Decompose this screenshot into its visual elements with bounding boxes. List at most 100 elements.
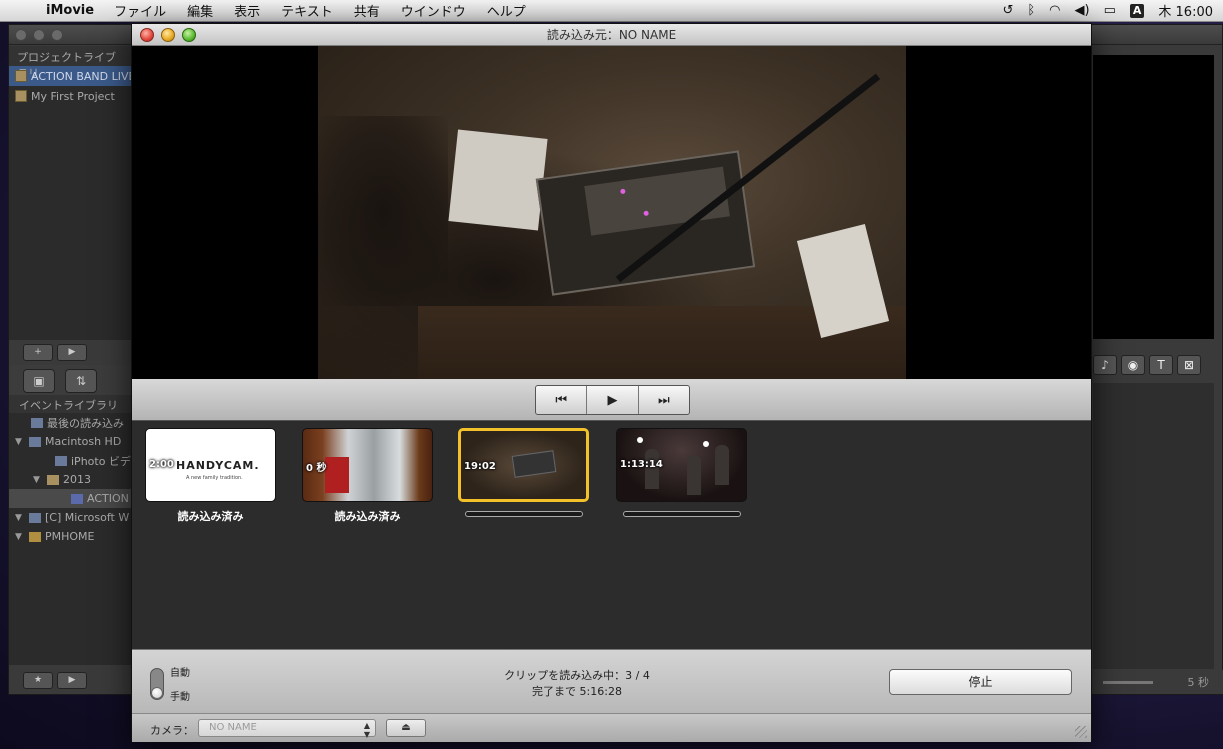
clip-item[interactable]: 19:02 [458,428,589,517]
switch-knob[interactable] [151,687,163,699]
camera-bar: カメラ： NO NAME ▲ ▼ ⏏ [132,713,1091,742]
clip-thumbnail[interactable]: HANDYCAM. A new family tradition. 2:00 [145,428,276,502]
menu-clock[interactable]: 木 16:00 [1158,1,1213,20]
disclosure-triangle-icon[interactable]: ▼ [33,475,43,485]
menu-text[interactable]: テキスト [281,1,333,20]
video-viewer [132,46,1091,379]
camera-label: カメラ： [150,724,194,737]
transition-icon[interactable]: ⊠ [1177,355,1201,375]
import-status-bar: 自動 手動 クリップを読み込み中：3 / 4 完了まで 5:16:28 停止 [132,649,1091,713]
wifi-icon[interactable]: ◠ [1049,3,1060,18]
clip-status: 読み込み済み [177,510,244,523]
event-item-label: 2013 [63,473,91,486]
event-item[interactable]: 最後の読み込み [9,413,133,432]
clip-duration: 19:02 [464,461,496,472]
minimize-icon[interactable] [33,29,45,41]
disk-icon [29,512,41,523]
menu-window[interactable]: ウインドウ [401,1,466,20]
skip-back-icon[interactable]: ⏮ [536,386,588,414]
bluetooth-icon[interactable]: ᛒ [1027,3,1035,18]
new-project-button[interactable]: + [23,344,53,361]
clip-thumbnail[interactable]: 19:02 [458,428,589,502]
project-toolbar: + ▶ [9,341,133,363]
video-frame [318,46,906,379]
eject-button[interactable]: ⏏ [386,719,426,737]
clip-item[interactable]: 1:13:14 [616,428,747,517]
import-mode-switch[interactable] [150,668,164,700]
event-item-label: [C] Microsoft W [45,511,130,524]
disclosure-triangle-icon[interactable]: ▼ [15,437,25,447]
event-item[interactable]: ▼ Macintosh HD [9,432,133,451]
project-item-label: ACTION BAND LIVE [31,69,133,83]
event-item-label: PMHOME [45,530,95,543]
event-item-label: Macintosh HD [45,435,122,448]
project-browser [1093,55,1214,339]
clip-thumbnail[interactable]: 1:13:14 [616,428,747,502]
video-arm [318,116,448,306]
zoom-icon[interactable] [51,29,63,41]
stop-button[interactable]: 停止 [889,669,1072,695]
project-item[interactable]: My First Project [9,86,133,106]
hard-disk-icon [29,436,41,447]
import-status: クリップを読み込み中：3 / 4 完了まで 5:16:28 [462,668,692,700]
clip-item[interactable]: 0 秒 読み込み済み [302,428,433,524]
menu-app-name[interactable]: iMovie [46,3,94,18]
event-library-title: イベントライブラリ [9,395,133,413]
close-icon[interactable] [140,28,154,42]
disclosure-triangle-icon[interactable]: ▼ [15,532,25,542]
play-event-button[interactable]: ▶ [57,672,87,689]
menu-file[interactable]: ファイル [114,1,166,20]
event-item[interactable]: ▼ 2013 [9,470,133,489]
clip-duration: 1:13:14 [620,459,663,470]
camera-select-value: NO NAME [209,722,257,733]
clip-thumbnail[interactable]: 0 秒 [302,428,433,502]
transport-buttons: ⏮ ▶ ⏭ [535,385,690,415]
event-item[interactable]: iPhoto ビデオ [9,451,133,470]
music-icon[interactable]: ♪ [1093,355,1117,375]
input-source-icon[interactable]: A [1129,3,1145,18]
import-window-title: 読み込み元：NO NAME [546,28,677,42]
disclosure-triangle-icon[interactable]: ▼ [15,513,25,523]
menu-share[interactable]: 共有 [354,1,380,20]
clip-scene [703,441,709,447]
project-library: プロジェクトライブラリ ACTION BAND LIVE My First Pr… [9,46,133,340]
event-toolbar: ▣ ⇅ [9,365,133,395]
mode-manual-label: 手動 [170,692,190,703]
zoom-icon[interactable] [182,28,196,42]
star-event-icon [71,493,83,504]
clip-item[interactable]: HANDYCAM. A new family tradition. 2:00 読… [145,428,276,524]
event-item[interactable]: ▼ PMHOME [9,527,133,546]
swap-events-button[interactable]: ⇅ [65,369,97,393]
zoom-slider[interactable] [1103,681,1153,684]
project-item-label: My First Project [31,89,115,103]
event-item[interactable]: ACTION [9,489,133,508]
content-browser [1093,383,1214,669]
play-icon[interactable]: ▶ [587,386,639,414]
menu-extras: ↺ ᛒ ◠ ◀) ▭ A 木 16:00 [1002,1,1213,20]
menu-bar: iMovie ファイル 編集 表示 テキスト 共有 ウインドウ ヘルプ ↺ ᛒ … [0,0,1223,22]
time-machine-icon[interactable]: ↺ [1002,3,1013,18]
title-icon[interactable]: T [1149,355,1173,375]
skip-forward-icon[interactable]: ⏭ [639,386,689,414]
zoom-control: 5 秒 [1093,670,1223,694]
resize-grip-icon[interactable] [1075,726,1087,738]
close-icon[interactable] [15,29,27,41]
import-window: 読み込み元：NO NAME ⏮ ▶ ⏭ HANDYCAM. A new fami… [131,23,1092,742]
camera-select[interactable]: NO NAME ▲ ▼ [198,719,376,739]
transport-bar: ⏮ ▶ ⏭ [132,379,1091,421]
chevron-updown-icon: ▲ ▼ [363,721,370,739]
camera-import-button[interactable]: ▣ [23,369,55,393]
menu-edit[interactable]: 編集 [187,1,213,20]
clip-scene [715,445,729,485]
show-events-button[interactable]: ★ [23,672,53,689]
volume-icon[interactable]: ◀) [1075,3,1090,18]
minimize-icon[interactable] [161,28,175,42]
battery-icon[interactable]: ▭ [1104,3,1116,18]
clip-scene [687,455,701,495]
photo-icon[interactable]: ◉ [1121,355,1145,375]
video-pedals [584,166,730,236]
play-project-button[interactable]: ▶ [57,344,87,361]
menu-view[interactable]: 表示 [234,1,260,20]
menu-help[interactable]: ヘルプ [487,1,526,20]
event-item[interactable]: ▼ [C] Microsoft W [9,508,133,527]
